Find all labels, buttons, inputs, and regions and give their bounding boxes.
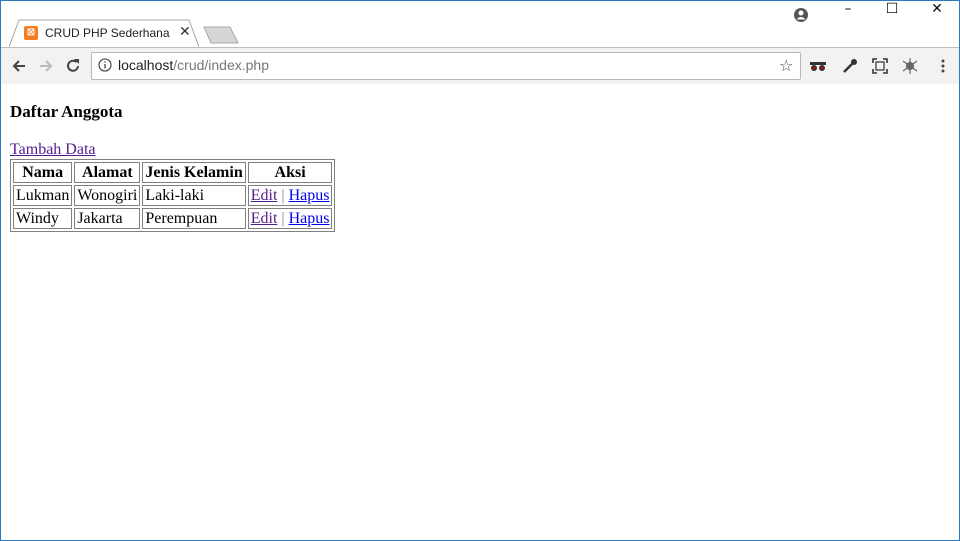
profile-icon[interactable] xyxy=(794,8,808,22)
browser-toolbar: localhost/crud/index.php ☆ xyxy=(1,47,959,85)
members-table: Nama Alamat Jenis Kelamin Aksi Lukman Wo… xyxy=(10,159,336,232)
bug-extension-icon[interactable] xyxy=(901,57,919,75)
cell-aksi: Edit | Hapus xyxy=(247,185,333,206)
tab-close-icon[interactable]: ✕ xyxy=(179,24,191,40)
url-path: /crud/index.php xyxy=(173,57,269,73)
cell-aksi: Edit | Hapus xyxy=(247,208,333,229)
url-text[interactable]: localhost/crud/index.php xyxy=(118,57,269,73)
maximize-button[interactable]: ☐ xyxy=(869,1,915,31)
url-host: localhost xyxy=(118,57,174,73)
table-row: Windy Jakarta Perempuan Edit | Hapus xyxy=(13,208,333,229)
screenshot-icon[interactable] xyxy=(871,57,889,75)
edit-link[interactable]: Edit xyxy=(251,187,278,204)
delete-link[interactable]: Hapus xyxy=(289,210,330,227)
menu-kebab-icon[interactable] xyxy=(934,57,952,75)
cell-alamat: Wonogiri xyxy=(74,185,141,206)
bookmark-star-icon[interactable]: ☆ xyxy=(779,56,793,75)
new-tab-button[interactable] xyxy=(203,26,239,44)
header-aksi: Aksi xyxy=(247,162,333,183)
edit-link[interactable]: Edit xyxy=(251,210,278,227)
header-alamat: Alamat xyxy=(74,162,141,183)
header-nama: Nama xyxy=(13,162,73,183)
table-header-row: Nama Alamat Jenis Kelamin Aksi xyxy=(13,162,333,183)
incognito-extension-icon[interactable] xyxy=(809,57,827,75)
header-jenis-kelamin: Jenis Kelamin xyxy=(142,162,246,183)
action-separator: | xyxy=(281,186,285,204)
cell-jenis-kelamin: Perempuan xyxy=(142,208,246,229)
active-tab[interactable]: ⊠ CRUD PHP Sederhana ✕ xyxy=(9,19,199,47)
info-icon[interactable] xyxy=(98,58,112,72)
forward-icon[interactable] xyxy=(37,57,55,75)
page-title: Daftar Anggota xyxy=(10,102,123,121)
cell-alamat: Jakarta xyxy=(74,208,141,229)
cell-nama: Windy xyxy=(13,208,73,229)
cell-nama: Lukman xyxy=(13,185,73,206)
delete-link[interactable]: Hapus xyxy=(289,187,330,204)
xampp-icon: ⊠ xyxy=(24,26,38,40)
eyedropper-icon[interactable] xyxy=(841,57,859,75)
action-separator: | xyxy=(281,209,285,227)
reload-icon[interactable] xyxy=(64,57,82,75)
tab-title: CRUD PHP Sederhana xyxy=(45,26,170,40)
back-icon[interactable] xyxy=(10,57,28,75)
table-row: Lukman Wonogiri Laki-laki Edit | Hapus xyxy=(13,185,333,206)
add-data-link[interactable]: Tambah Data xyxy=(10,141,96,159)
page-content: Daftar Anggota Tambah Data Nama Alamat J… xyxy=(1,84,959,540)
minimize-button[interactable]: – xyxy=(825,1,871,31)
browser-window: ⊠ CRUD PHP Sederhana ✕ – ☐ ✕ localhost/c… xyxy=(0,0,960,541)
close-window-button[interactable]: ✕ xyxy=(914,1,959,31)
cell-jenis-kelamin: Laki-laki xyxy=(142,185,246,206)
address-bar[interactable]: localhost/crud/index.php ☆ xyxy=(91,52,801,80)
tab-strip: ⊠ CRUD PHP Sederhana ✕ – ☐ ✕ xyxy=(1,1,959,47)
